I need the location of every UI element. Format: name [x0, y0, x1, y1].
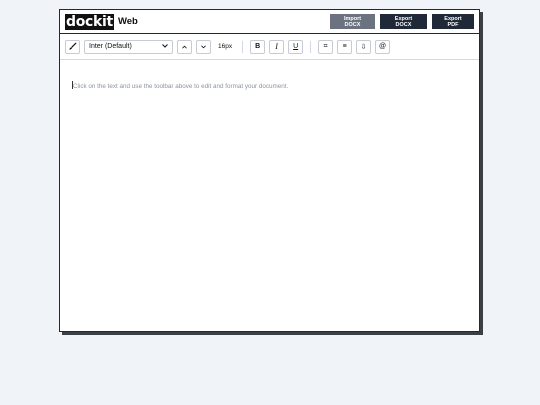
logo-mark: dockit — [65, 13, 114, 30]
formatting-toolbar: Inter (Default) 16px B I U ⌗ ≡ ⇩ @ — [60, 34, 479, 60]
chevron-up-icon — [182, 45, 187, 49]
toolbar-divider — [242, 40, 244, 53]
bold-button[interactable]: B — [250, 39, 266, 54]
font-family-value: Inter (Default) — [89, 43, 132, 50]
indent-button[interactable]: ⇩ — [356, 39, 372, 54]
editor-placeholder: Click on the text and use the toolbar ab… — [73, 83, 289, 90]
document-editor[interactable]: Click on the text and use the toolbar ab… — [60, 61, 479, 331]
hash-button[interactable]: ⌗ — [318, 39, 334, 54]
chevron-down-icon — [162, 43, 168, 50]
app-header: dockit Web Import DOCX Export DOCX Expor… — [60, 10, 479, 34]
export-docx-button[interactable]: Export DOCX — [380, 14, 427, 29]
export-pdf-button[interactable]: Export PDF — [432, 14, 474, 29]
chevron-down-icon — [201, 44, 206, 49]
increase-font-size-button[interactable] — [177, 39, 192, 54]
brush-icon — [68, 42, 77, 51]
toolbar-divider — [310, 40, 312, 53]
underline-button[interactable]: U — [288, 39, 304, 54]
brush-button[interactable] — [65, 39, 80, 54]
logo-text: Web — [117, 16, 138, 27]
italic-button[interactable]: I — [269, 39, 285, 54]
align-button[interactable]: ≡ — [337, 39, 353, 54]
decrease-font-size-button[interactable] — [196, 39, 211, 54]
mention-button[interactable]: @ — [375, 39, 391, 54]
font-family-select[interactable]: Inter (Default) — [84, 39, 173, 54]
editor-window: dockit Web Import DOCX Export DOCX Expor… — [59, 9, 480, 332]
logo: dockit Web — [65, 13, 138, 30]
import-docx-button[interactable]: Import DOCX — [330, 14, 375, 29]
font-size-value: 16px — [218, 43, 233, 50]
header-actions: Import DOCX Export DOCX Export PDF — [330, 14, 474, 29]
